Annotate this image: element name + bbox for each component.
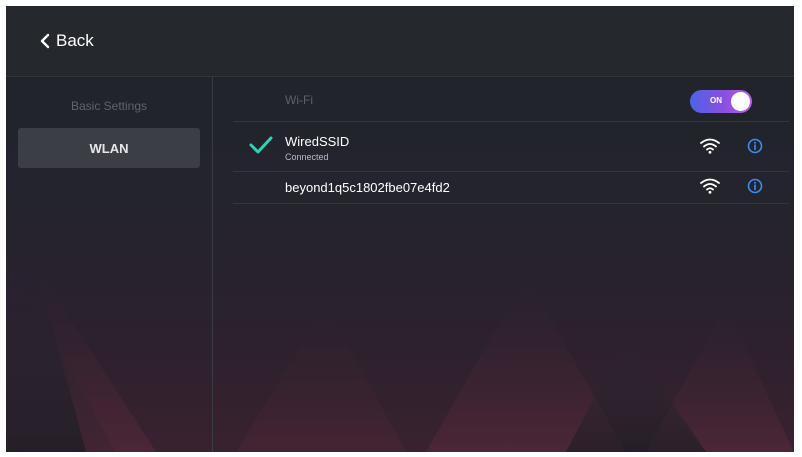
network-ssid: beyond1q5c1802fbe07e4fd2 [285,180,450,195]
network-row[interactable]: beyond1q5c1802fbe07e4fd2 [233,172,789,204]
settings-window: Back Basic Settings WLAN Wi-Fi ON WiredS… [6,6,794,452]
top-bar: Back [6,6,794,77]
info-icon[interactable] [747,178,763,194]
toggle-state-label: ON [710,96,722,105]
sidebar: Basic Settings WLAN [6,77,213,452]
back-label: Back [56,31,94,50]
wifi-toggle[interactable]: ON [690,90,752,113]
info-icon[interactable] [747,138,763,154]
wifi-label: Wi-Fi [285,93,313,107]
wifi-signal-icon [700,178,720,194]
sidebar-item-label: WLAN [89,140,129,156]
check-icon [249,136,273,154]
wifi-signal-icon [700,138,720,154]
sidebar-item-wlan[interactable]: WLAN [18,128,200,168]
network-ssid: WiredSSID [285,134,350,149]
toggle-knob [731,92,750,111]
wlan-panel: Wi-Fi ON WiredSSID Connected beyond1q5c1… [213,77,794,452]
network-status: Connected [285,152,329,162]
chevron-left-icon [40,33,50,49]
network-row[interactable]: WiredSSID Connected [233,122,789,172]
back-button[interactable]: Back [40,28,94,54]
wifi-toggle-row: Wi-Fi ON [233,77,789,122]
sidebar-heading: Basic Settings [70,99,148,113]
